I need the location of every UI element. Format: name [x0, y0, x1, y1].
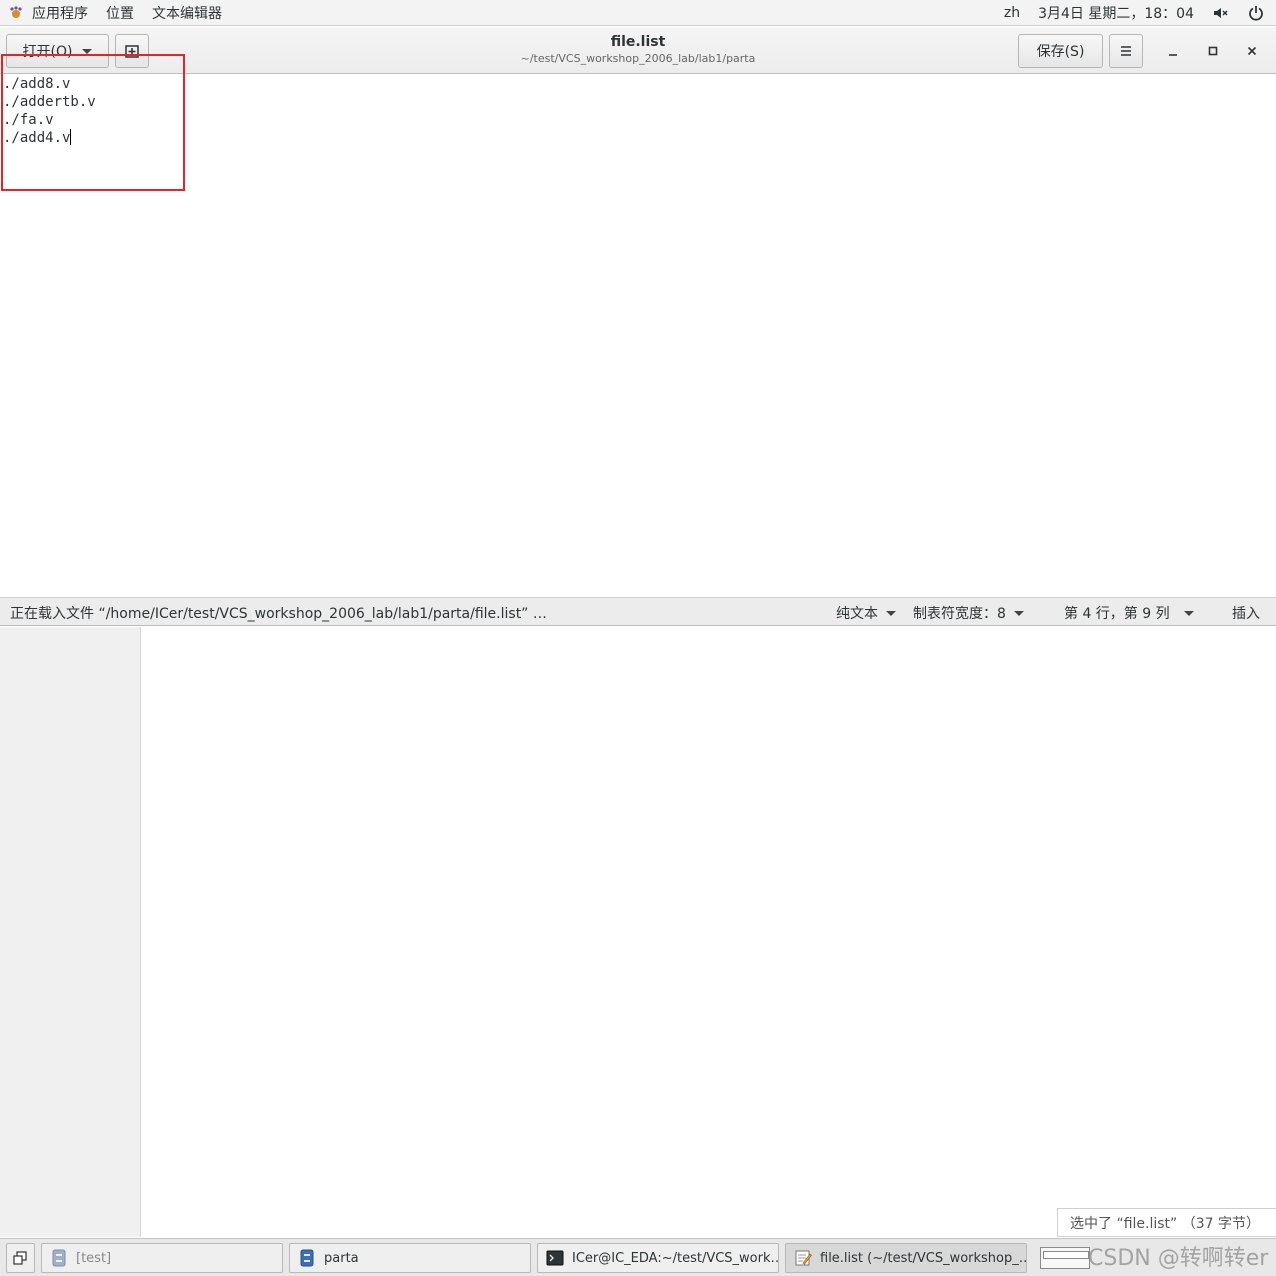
editor-header-bar: 打开(O) file.list ~/test/VCS_workshop_2006… — [0, 27, 1276, 74]
insert-mode-indicator: 插入 — [1232, 603, 1260, 623]
selection-status-text: 选中了 “file.list” （37 字节） — [1070, 1215, 1261, 1232]
chevron-down-icon — [886, 610, 896, 616]
show-desktop-icon — [13, 1251, 27, 1265]
cursor-position-label: 第 4 行，第 9 列 — [1064, 606, 1170, 622]
tab-width-label: 制表符宽度：8 — [913, 606, 1006, 622]
top-bar-status-area: zh 3月4日 星期二，18：04 — [1004, 0, 1264, 26]
text-line[interactable]: ./add8.v — [0, 75, 1276, 93]
text-line[interactable]: ./addertb.v — [0, 93, 1276, 111]
taskbar-item-label: parta — [324, 1250, 359, 1266]
system-top-bar: 应用程序 位置 文本编辑器 zh 3月4日 星期二，18：04 — [0, 0, 1276, 26]
workspace-switcher[interactable] — [1040, 1247, 1090, 1269]
taskbar-item-label: [test] — [76, 1250, 112, 1266]
gnome-foot-icon — [10, 5, 22, 18]
text-editor-icon — [795, 1250, 812, 1266]
maximize-button[interactable] — [1202, 40, 1224, 62]
applications-menu[interactable]: 应用程序 — [26, 3, 100, 23]
insert-mode-label: 插入 — [1232, 606, 1260, 622]
file-cabinet-icon — [52, 1249, 66, 1267]
input-method-indicator[interactable]: zh — [1004, 5, 1020, 21]
taskbar-item-label: file.list (~/test/VCS_workshop_… — [820, 1250, 1027, 1266]
clock[interactable]: 3月4日 星期二，18：04 — [1038, 3, 1194, 23]
taskbar-item-parta[interactable]: parta — [289, 1243, 531, 1273]
chevron-down-icon — [1013, 610, 1024, 616]
language-label: 纯文本 — [836, 606, 878, 622]
text-line[interactable]: ./fa.v — [0, 111, 1276, 129]
text-line-current[interactable]: ./add4.v — [0, 129, 1276, 147]
places-menu[interactable]: 位置 — [100, 3, 146, 23]
editor-status-bar: 正在载入文件 “/home/ICer/test/VCS_workshop_200… — [0, 597, 1276, 626]
window-title: file.list ~/test/VCS_workshop_2006_lab/l… — [400, 33, 876, 67]
tab-width-selector[interactable]: 制表符宽度：8 — [913, 603, 1024, 623]
file-manager-view[interactable] — [141, 627, 1276, 1237]
taskbar-item-terminal[interactable]: ICer@IC_EDA:~/test/VCS_work… — [537, 1243, 779, 1273]
minimize-icon — [1169, 54, 1177, 56]
top-menu: 应用程序 位置 文本编辑器 — [0, 0, 234, 26]
minimize-button[interactable] — [1162, 40, 1184, 62]
chevron-down-icon — [82, 48, 93, 54]
app-menu[interactable]: 文本编辑器 — [146, 3, 234, 23]
open-button-label: 打开(O) — [22, 44, 73, 60]
text-cursor — [70, 129, 72, 145]
save-button[interactable]: 保存(S) — [1018, 34, 1103, 68]
volume-muted-icon[interactable] — [1212, 5, 1230, 21]
document-title: file.list — [610, 34, 666, 50]
new-document-button[interactable] — [115, 34, 149, 68]
loading-message: 正在载入文件 “/home/ICer/test/VCS_workshop_200… — [10, 606, 547, 622]
terminal-icon — [546, 1250, 564, 1266]
open-button[interactable]: 打开(O) — [6, 34, 109, 68]
selection-status-overlay: 选中了 “file.list” （37 字节） — [1057, 1208, 1276, 1237]
text-editor-area[interactable]: ./add8.v ./addertb.v ./fa.v ./add4.v — [0, 75, 1276, 597]
taskbar-item-gedit[interactable]: file.list (~/test/VCS_workshop_… — [785, 1243, 1027, 1273]
cursor-position-selector[interactable]: 第 4 行，第 9 列 — [1064, 603, 1194, 623]
hamburger-menu-icon — [1121, 46, 1131, 56]
save-button-label: 保存(S) — [1036, 44, 1085, 60]
show-desktop-button[interactable] — [6, 1243, 35, 1273]
document-path: ~/test/VCS_workshop_2006_lab/lab1/parta — [520, 52, 756, 65]
text-line-content: ./add4.v — [3, 130, 71, 146]
close-button[interactable] — [1241, 40, 1263, 62]
new-tab-icon — [125, 45, 139, 58]
taskbar-item-label: ICer@IC_EDA:~/test/VCS_work… — [572, 1250, 779, 1266]
hamburger-menu-button[interactable] — [1109, 34, 1143, 68]
text-lines: ./add8.v ./addertb.v ./fa.v ./add4.v — [0, 75, 1276, 147]
chevron-down-icon — [1183, 610, 1194, 616]
file-manager-sidebar[interactable] — [0, 627, 141, 1237]
taskbar: [test] parta ICer@IC_EDA:~/test/VCS_work… — [0, 1238, 1276, 1276]
language-selector[interactable]: 纯文本 — [836, 603, 896, 623]
watermark-text: CSDN @转啊转er — [1088, 1246, 1269, 1271]
close-icon — [1247, 46, 1257, 56]
taskbar-item-test[interactable]: [test] — [41, 1243, 283, 1273]
file-cabinet-icon — [300, 1249, 314, 1267]
power-icon[interactable] — [1248, 5, 1264, 21]
maximize-icon — [1208, 46, 1218, 56]
